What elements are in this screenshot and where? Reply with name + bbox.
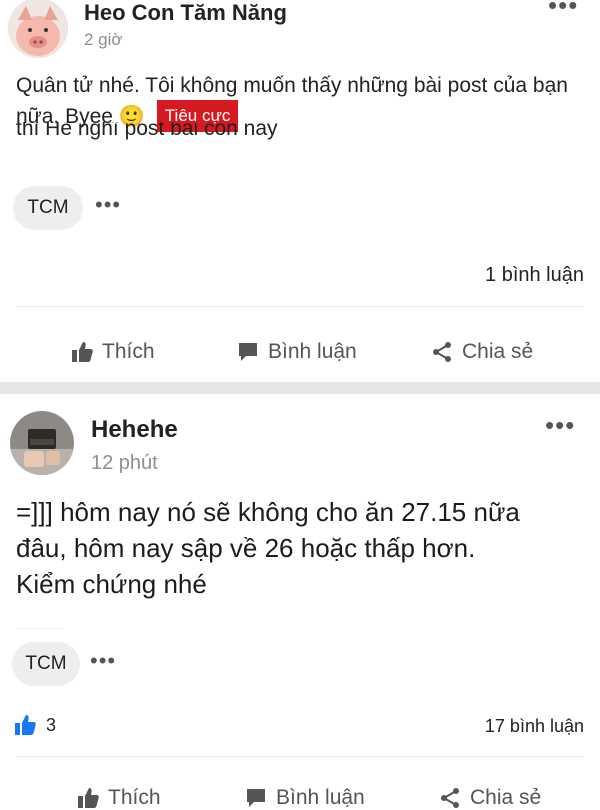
divider — [16, 306, 584, 307]
comment-count[interactable]: 1 bình luận — [485, 264, 584, 287]
share-button[interactable]: Chia sẻ — [430, 340, 533, 364]
share-label: Chia sẻ — [470, 786, 542, 809]
like-count[interactable]: 3 — [14, 714, 56, 736]
more-options-icon[interactable]: ••• — [548, 0, 578, 18]
stock-tag-label: TCM — [27, 197, 69, 218]
post-body-line: =]]] hôm nay nó sẽ không cho ăn 27.15 nữ… — [16, 497, 520, 527]
clipped-text: thì Hè nghĩ post bài con này — [16, 122, 278, 140]
stock-tag-label: TCM — [25, 653, 67, 674]
post-body: Quân tử nhé. Tôi không muốn thấy những b… — [16, 74, 568, 128]
comment-button[interactable]: Bình luận — [244, 786, 365, 810]
author-name[interactable]: Heo Con Tăm Năng — [84, 0, 287, 26]
share-icon — [441, 788, 459, 808]
tag-more-icon[interactable]: ••• — [95, 194, 121, 216]
post-text: =]]] hôm nay nó sẽ không cho ăn 27.15 nữ… — [16, 494, 591, 602]
like-label: Thích — [102, 340, 155, 363]
avatar[interactable] — [10, 411, 74, 475]
divider — [16, 628, 64, 629]
post-body-line: Kiểm chứng nhé — [16, 569, 207, 599]
stock-tag-chip[interactable]: TCM — [13, 186, 83, 230]
like-label: Thích — [108, 786, 161, 809]
post-body-line: đâu, hôm nay sập về 26 hoặc thấp hơn. — [16, 533, 476, 563]
pig-avatar-icon — [8, 0, 68, 58]
comment-label: Bình luận — [276, 786, 365, 809]
more-options-icon[interactable]: ••• — [545, 412, 575, 438]
post-separator — [0, 382, 600, 394]
post-card: Hehehe 12 phút ••• =]]] hôm nay nó sẽ kh… — [0, 394, 600, 809]
like-count-value: 3 — [46, 714, 57, 735]
comment-bubble-icon — [239, 343, 257, 361]
post-time: 2 giờ — [84, 30, 123, 49]
comment-label: Bình luận — [268, 340, 357, 363]
comment-bubble-icon — [247, 789, 265, 807]
avatar[interactable] — [8, 0, 68, 58]
author-name[interactable]: Hehehe — [91, 416, 178, 444]
share-label: Chia sẻ — [462, 340, 534, 363]
wallet-avatar-icon — [10, 411, 74, 475]
like-button[interactable]: Thích — [70, 340, 155, 364]
like-button[interactable]: Thích — [76, 786, 161, 810]
thumbs-up-icon — [72, 342, 93, 362]
tag-more-icon[interactable]: ••• — [90, 650, 116, 672]
divider — [16, 756, 584, 757]
stock-tag-chip[interactable]: TCM — [12, 642, 80, 686]
share-button[interactable]: Chia sẻ — [438, 786, 541, 810]
comment-count[interactable]: 17 bình luận — [485, 716, 584, 737]
comment-button[interactable]: Bình luận — [236, 340, 357, 364]
thumbs-up-icon — [78, 788, 99, 808]
like-blue-icon — [15, 715, 36, 735]
post-time: 12 phút — [91, 452, 158, 474]
post-card: Heo Con Tăm Năng 2 giờ ••• Quân tử nhé. … — [0, 0, 600, 382]
share-icon — [433, 342, 451, 362]
